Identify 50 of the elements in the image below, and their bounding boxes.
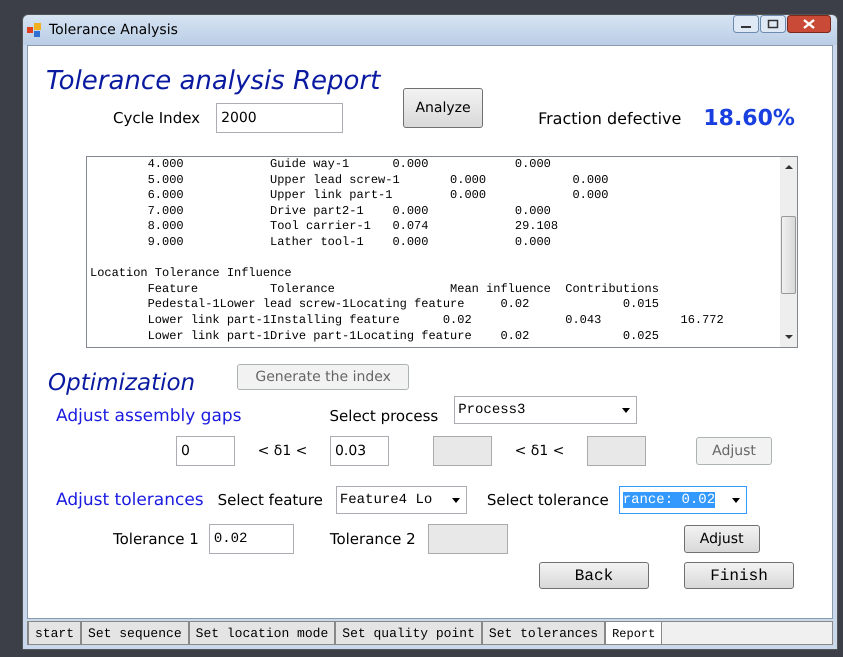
tolerance-1-label: Tolerance 1 [113,530,199,548]
report-line: 4.000 Guide way-1 0.000 0.000 [146,157,552,173]
analyze-button[interactable]: Analyze [403,88,484,128]
process-dropdown[interactable]: Process3 [454,396,638,424]
report-line: Pedestal-1Lower lead screw-1Locating feature 0.02 0.015 [146,297,660,313]
maximize-icon[interactable] [760,15,786,33]
optimization-heading: Optimization [48,370,196,396]
lower-bound-field[interactable]: 0 [176,436,235,466]
scroll-thumb[interactable] [781,216,796,294]
tab[interactable]: start [28,622,82,644]
tab[interactable]: Set quality point [335,622,482,644]
tab[interactable]: Set location mode [188,622,336,644]
adjust-tolerances-button[interactable]: Adjust [684,525,760,553]
report-text-area[interactable] [86,156,798,348]
report-line: Lower link part-1Installing feature 0.02 0.043 16.772 [146,312,725,329]
nav-button[interactable]: Back [539,562,649,589]
window-title: Tolerance Analysis [49,22,178,38]
report-line: 6.000 Upper link part-1 0.000 0.000 [146,188,610,204]
assembly-gaps-heading: Adjust assembly gaps [56,406,242,426]
adjust-tolerances-heading: Adjust tolerances [56,490,204,510]
upper-bound-field[interactable]: 0.03 [330,436,389,466]
report-line: 5.000 Upper lead screw-1 0.000 0.000 [146,172,610,188]
gap-symbol: < δ1 < [256,443,308,459]
report-line: Lower link part-1Drive part-1Locating feature 0.02 0.025 [146,328,660,344]
upper-bound-field[interactable] [587,436,646,466]
nav-button[interactable]: Finish [684,562,794,589]
gap-symbol: < δ1 < [514,443,566,459]
app-icon [27,23,41,37]
report-line: 8.000 Tool carrier-1 0.074 29.108 [146,219,560,235]
fraction-defective-label: Fraction defective [538,108,682,128]
close-icon[interactable] [787,15,831,33]
tolerance-2-label: Tolerance 2 [330,530,416,548]
report-line: 9.000 Lather tool-1 0.000 0.000 [146,234,552,251]
tab[interactable]: Set tolerances [482,622,606,644]
tolerance-1-field[interactable]: 0.02 [208,524,294,554]
scrollbar[interactable] [780,157,797,347]
cycle-index-label: Cycle Index [113,109,200,127]
report-heading: Tolerance analysis Report [46,66,382,96]
fraction-defective-value: 18.60% [703,106,795,130]
select-tolerance-label: Select tolerance [486,491,609,509]
select-feature-label: Select feature [218,491,323,509]
cycle-index-field[interactable]: 2000 [216,103,344,133]
report-line: 7.000 Drive part2-1 0.000 0.000 [146,204,552,220]
feature-dropdown[interactable]: Feature4 Lo [336,486,467,514]
report-line: Location Tolerance Influence [90,266,293,282]
report-line: Feature Tolerance Mean influence Contributions [146,282,660,298]
tab[interactable]: Report [605,622,662,644]
select-process-label: Select process [330,407,438,425]
minimize-icon[interactable] [733,15,759,33]
tab[interactable]: Set sequence [81,622,189,644]
